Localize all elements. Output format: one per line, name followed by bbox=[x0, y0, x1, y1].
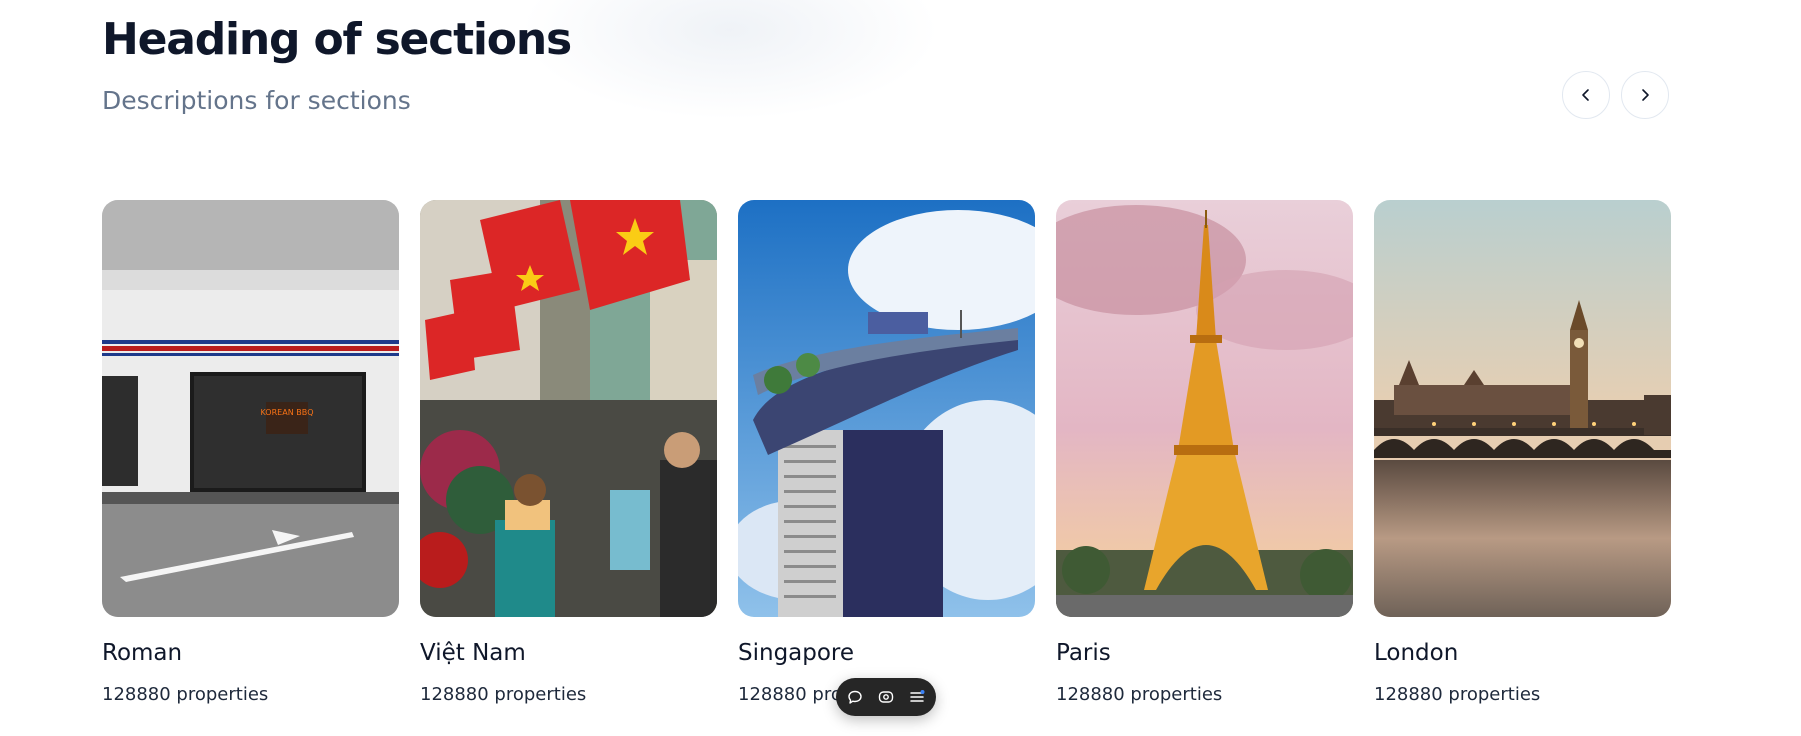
destination-image-paris bbox=[1056, 200, 1353, 617]
carousel-next-button[interactable] bbox=[1621, 71, 1669, 119]
destination-properties: 128880 properties bbox=[1056, 684, 1223, 705]
destination-image-singapore bbox=[738, 200, 1035, 617]
section-description: Descriptions for sections bbox=[102, 86, 411, 115]
background-glow bbox=[520, 0, 940, 120]
carousel-prev-button[interactable] bbox=[1562, 71, 1610, 119]
destination-card-paris[interactable]: Paris 128880 properties bbox=[1056, 200, 1353, 720]
comment-button[interactable] bbox=[843, 685, 867, 709]
destination-card-roman[interactable]: KOREAN BBQ Roman 128880 properties bbox=[102, 200, 399, 720]
destination-name: Roman bbox=[102, 640, 183, 666]
destination-card-viet-nam[interactable]: Việt Nam 128880 properties bbox=[420, 200, 717, 720]
section-title: Heading of sections bbox=[102, 14, 572, 65]
destination-card-singapore[interactable]: Singapore 128880 properties bbox=[738, 200, 1035, 720]
destination-properties: 128880 properties bbox=[420, 684, 587, 705]
destination-image-london bbox=[1374, 200, 1671, 617]
destination-card-london[interactable]: London 128880 properties bbox=[1374, 200, 1671, 720]
menu-icon bbox=[910, 690, 925, 702]
preview-button[interactable] bbox=[874, 685, 898, 709]
chevron-right-icon bbox=[1642, 89, 1649, 101]
destination-image-viet-nam bbox=[420, 200, 717, 617]
destination-properties: 128880 properties bbox=[102, 684, 269, 705]
floating-toolbar bbox=[836, 678, 936, 716]
destination-properties: 128880 properties bbox=[1374, 684, 1541, 705]
shop-sign: KOREAN BBQ bbox=[261, 408, 314, 417]
chevron-left-icon bbox=[1582, 89, 1589, 101]
destination-image-roman: KOREAN BBQ bbox=[102, 200, 399, 617]
menu-button[interactable] bbox=[905, 685, 929, 709]
destination-name: Singapore bbox=[738, 640, 855, 666]
page: Heading of sections Descriptions for sec… bbox=[0, 0, 1801, 736]
destination-name: London bbox=[1374, 640, 1459, 666]
destination-name: Việt Nam bbox=[420, 640, 526, 666]
destination-carousel: KOREAN BBQ Roman 128880 properties Việt … bbox=[102, 200, 1671, 720]
comment-icon bbox=[848, 690, 862, 704]
destination-name: Paris bbox=[1056, 640, 1111, 666]
eye-icon bbox=[878, 691, 894, 703]
